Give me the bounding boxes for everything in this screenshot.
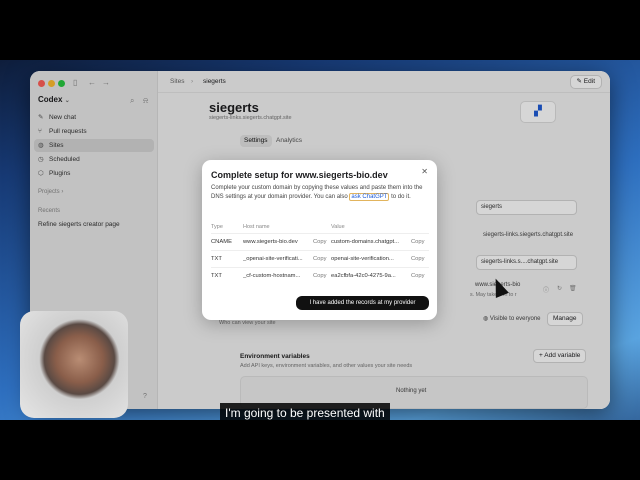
table-row: CNAME www.siegerts-bio.dev Copy custom-d… <box>211 233 429 249</box>
copy-host-button[interactable]: Copy <box>313 256 327 262</box>
table-row: TXT _cf-custom-hostnam... Copy ea2cfbfa-… <box>211 267 429 283</box>
record-value: custom-domains.chatgpt... <box>331 239 399 245</box>
confirm-records-button[interactable]: I have added the records at my provider <box>296 296 429 310</box>
letterbox-bottom <box>0 420 640 480</box>
record-type: CNAME <box>211 239 232 245</box>
dns-setup-modal: Complete setup for www.siegerts-bio.dev … <box>202 160 437 320</box>
copy-value-button[interactable]: Copy <box>411 256 425 262</box>
letterbox-top <box>0 0 640 60</box>
record-type: TXT <box>211 256 222 262</box>
table-row: TXT _openai-site-verificati... Copy open… <box>211 250 429 266</box>
column-header-host: Host name <box>243 224 270 230</box>
column-header-type: Type <box>211 224 223 230</box>
record-host: _openai-site-verificati... <box>243 256 303 262</box>
modal-description: Complete your custom domain by copying t… <box>211 184 431 201</box>
copy-host-button[interactable]: Copy <box>313 239 327 245</box>
close-icon[interactable]: ✕ <box>421 167 428 176</box>
copy-value-button[interactable]: Copy <box>411 273 425 279</box>
column-header-value: Value <box>331 224 345 230</box>
copy-host-button[interactable]: Copy <box>313 273 327 279</box>
video-caption: I'm going to be presented with <box>220 403 390 423</box>
modal-title: Complete setup for www.siegerts-bio.dev <box>211 170 388 180</box>
ask-chatgpt-link[interactable]: ask ChatGPT <box>349 192 390 201</box>
record-type: TXT <box>211 273 222 279</box>
record-host: www.siegerts-bio.dev <box>243 239 298 245</box>
desc-suffix: to do it. <box>391 193 411 200</box>
copy-value-button[interactable]: Copy <box>411 239 425 245</box>
webcam-overlay <box>20 311 128 418</box>
record-host: _cf-custom-hostnam... <box>243 273 301 279</box>
record-value: openai-site-verification... <box>331 256 394 262</box>
record-value: ea2cfbfa-42c0-4275-9a... <box>331 273 396 279</box>
